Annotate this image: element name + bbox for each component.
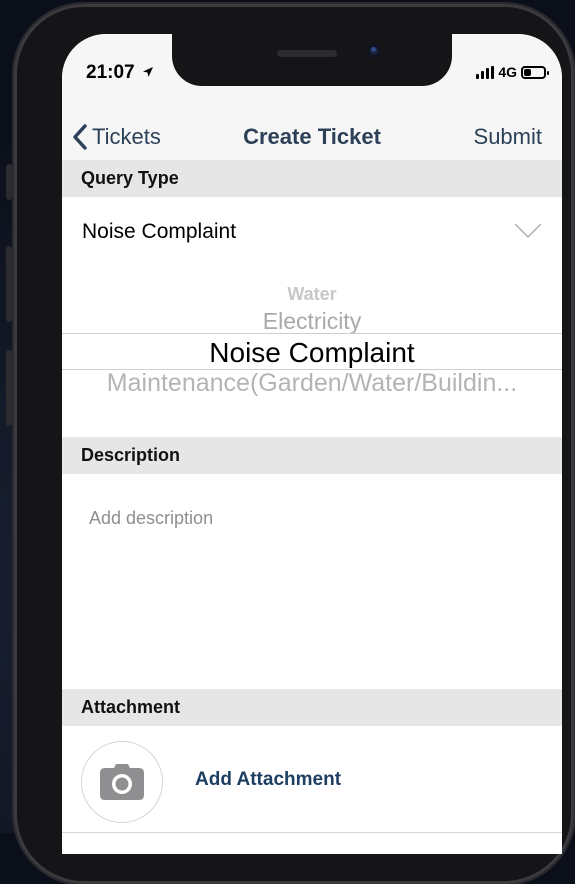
- description-placeholder: Add description: [89, 508, 214, 528]
- status-time-text: 21:07: [86, 62, 135, 83]
- volume-up-button: [6, 246, 12, 322]
- navigation-bar: Tickets Create Ticket Submit: [62, 114, 562, 161]
- location-arrow-icon: [142, 67, 153, 77]
- signal-icon: [476, 65, 495, 79]
- speaker: [277, 50, 337, 57]
- description-input[interactable]: Add description: [62, 474, 562, 689]
- description-header: Description: [62, 437, 562, 474]
- query-type-value: Noise Complaint: [82, 220, 237, 243]
- status-time: 21:07: [86, 62, 154, 84]
- status-bar: 21:07 4G: [62, 34, 562, 114]
- picker-option[interactable]: Electricity: [62, 308, 562, 335]
- query-type-picker[interactable]: Water Electricity Noise Complaint Mainte…: [62, 267, 562, 437]
- screen: 21:07 4G Tickets Create Ticket Submit Qu…: [62, 34, 562, 854]
- front-camera: [367, 44, 381, 58]
- side-button: [6, 164, 12, 200]
- phone-frame: 21:07 4G Tickets Create Ticket Submit Qu…: [6, 4, 574, 884]
- query-type-select[interactable]: Noise Complaint: [62, 197, 562, 267]
- camera-button[interactable]: [81, 741, 163, 823]
- picker-option-selected[interactable]: Noise Complaint: [62, 337, 562, 369]
- attachment-header: Attachment: [62, 689, 562, 726]
- picker-selection-top-line: [62, 333, 562, 334]
- notch: [172, 34, 452, 86]
- picker-option[interactable]: Maintenance(Garden/Water/Buildin...: [62, 369, 562, 398]
- network-type: 4G: [498, 64, 517, 80]
- status-indicators: 4G: [476, 64, 549, 80]
- chevron-down-icon: [514, 223, 542, 239]
- attachment-row: Add Attachment: [62, 726, 562, 834]
- volume-down-button: [6, 350, 12, 426]
- camera-icon: [100, 764, 144, 800]
- battery-icon: [521, 65, 549, 79]
- battery-fill: [524, 68, 531, 76]
- submit-button[interactable]: Submit: [474, 114, 542, 160]
- picker-option[interactable]: Water: [62, 284, 562, 305]
- query-type-header: Query Type: [62, 160, 562, 197]
- add-attachment-link[interactable]: Add Attachment: [195, 726, 341, 834]
